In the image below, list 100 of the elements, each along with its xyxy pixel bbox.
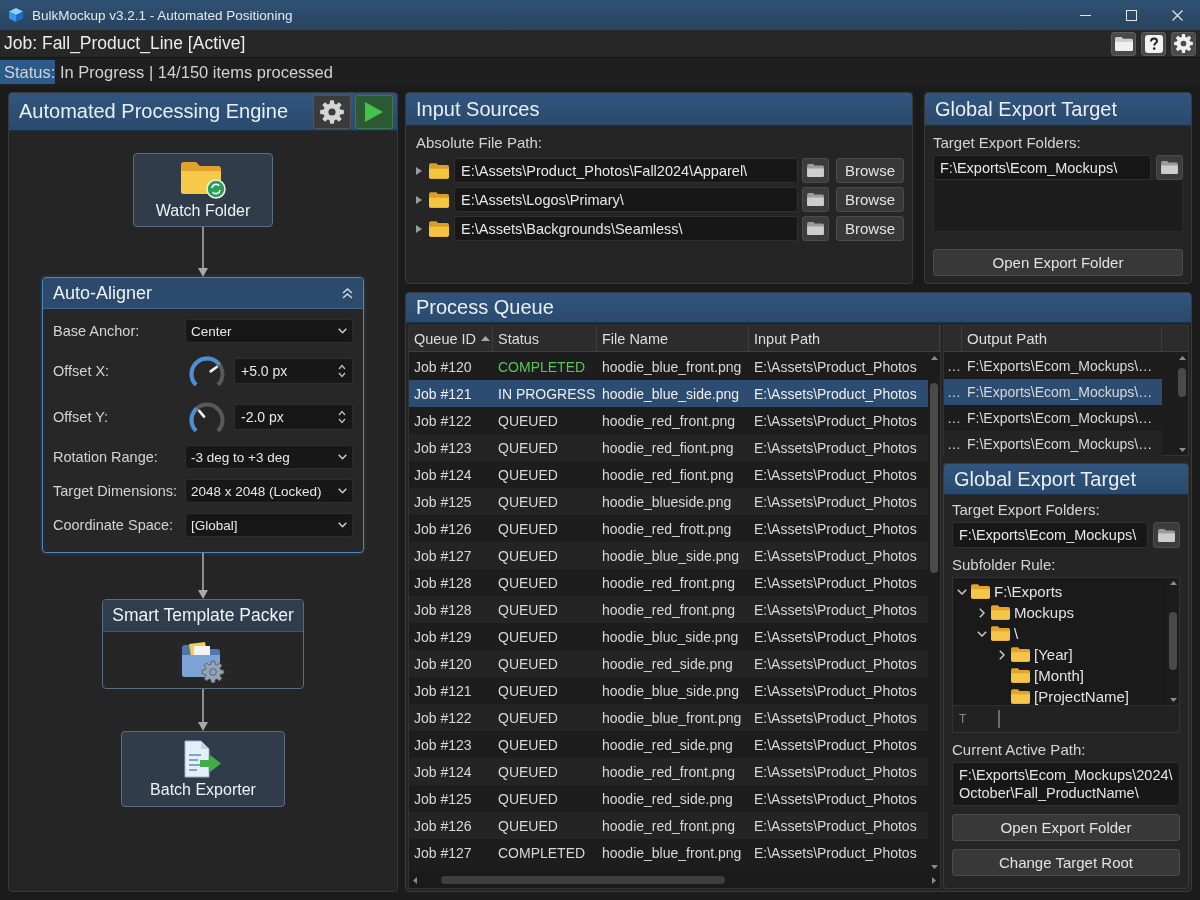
table-row[interactable]: … F:\Exports\Ecom_Mockups\… xyxy=(944,379,1162,405)
rotary-knob[interactable] xyxy=(189,355,225,387)
folder-button[interactable] xyxy=(802,158,829,183)
collapse-icon[interactable] xyxy=(342,287,353,299)
table-row[interactable]: Job #123 QUEUED hoodie_red_fiont.png E:\Assets\Product_Photos xyxy=(409,434,928,461)
browse-button[interactable]: Browse xyxy=(836,158,904,183)
folder-icon xyxy=(807,222,824,235)
open-folder-button[interactable]: Open Export Folder xyxy=(933,249,1183,276)
browse-button[interactable]: Browse xyxy=(836,187,904,212)
run-button[interactable] xyxy=(355,94,393,129)
column-header[interactable]: Queue ID xyxy=(409,326,493,352)
panel-title: Auto-Aligner xyxy=(53,282,153,304)
table-cell-text: Job #120 xyxy=(413,654,473,674)
table-row[interactable]: Job #128 QUEUED hoodie_red_front.png E:\Assets\Product_Photos xyxy=(409,596,928,623)
table-cell-text: … xyxy=(946,409,962,428)
tree-item[interactable]: [ProjectName] xyxy=(997,686,1167,707)
tree-item[interactable]: [Month] xyxy=(997,665,1167,686)
number-field[interactable]: -2.0 px xyxy=(234,404,353,430)
table-row[interactable]: Job #126 QUEUED hoodie_red_front.png E:\Assets\Product_Photos xyxy=(409,812,928,839)
table-row[interactable]: Job #124 QUEUED hoodie_red_front.png E:\Assets\Product_Photos xyxy=(409,758,928,785)
panel-title: Process Queue xyxy=(416,296,554,319)
close-icon xyxy=(1171,9,1183,21)
scroll-up-icon[interactable] xyxy=(1178,356,1186,360)
vertical-scrollbar[interactable] xyxy=(1176,353,1188,455)
change-root-button[interactable]: Change Target Root xyxy=(952,849,1180,876)
expand-arrow-icon[interactable] xyxy=(416,166,422,175)
column-header[interactable]: Input Path xyxy=(749,326,940,352)
table-cell-text: Job #121 xyxy=(413,384,473,404)
settings-button[interactable] xyxy=(1171,31,1196,56)
folder-button[interactable] xyxy=(1153,522,1180,548)
browse-button[interactable]: Browse xyxy=(836,216,904,241)
rotary-knob[interactable] xyxy=(189,401,225,433)
tree-item[interactable]: Mockups xyxy=(977,602,1167,623)
chevron-down-icon xyxy=(338,328,347,334)
table-cell-text: Job #128 xyxy=(413,600,473,620)
path-field[interactable]: E:\Assets\Backgrounds\Seamless\ xyxy=(454,216,798,241)
table-row[interactable]: … F:\Exports\Ecom_Mockups\… xyxy=(944,431,1162,457)
tree-item[interactable]: [Year] xyxy=(997,644,1167,665)
scrollbar-thumb[interactable] xyxy=(441,876,726,884)
scroll-down-icon[interactable] xyxy=(1178,448,1186,452)
help-button[interactable] xyxy=(1141,31,1166,56)
table-cell-text: hoodie_red_side.png xyxy=(601,654,734,674)
table-cell-text: Job #126 xyxy=(413,816,473,836)
table-cell-text: Job #129 xyxy=(413,627,473,647)
field-label: Current Active Path: xyxy=(952,741,1087,758)
expand-arrow-icon[interactable] xyxy=(416,224,422,233)
dropdown[interactable]: [Global] xyxy=(185,513,353,537)
connector-arrow xyxy=(197,689,209,731)
scrollbar-thumb[interactable] xyxy=(930,382,938,573)
path-field[interactable]: F:\Exports\Ecom_Mockups\ xyxy=(952,522,1148,548)
folder-button[interactable] xyxy=(802,216,829,241)
folder-button[interactable] xyxy=(1111,31,1136,56)
scroll-up-icon[interactable] xyxy=(1169,581,1177,585)
scrollbar-thumb[interactable] xyxy=(1169,611,1177,671)
chevron-down-icon[interactable] xyxy=(977,630,987,637)
settings-button[interactable] xyxy=(313,94,351,129)
folder-icon xyxy=(1114,36,1133,51)
cube-icon xyxy=(8,7,24,23)
table-row[interactable]: Job #127 QUEUED hoodie_blue_side.png E:\Assets\Product_Photos xyxy=(409,542,928,569)
folder-button[interactable] xyxy=(1156,155,1183,180)
scroll-right-icon[interactable] xyxy=(932,876,936,884)
connector-arrow xyxy=(197,553,209,599)
chevron-right-icon[interactable] xyxy=(979,607,985,618)
column-header[interactable]: Status xyxy=(493,326,597,352)
table-cell-text: F:\Exports\Ecom_Mockups\… xyxy=(966,357,1154,376)
table-cell-text: hoodie_red_front.png xyxy=(601,573,737,593)
scroll-down-icon[interactable] xyxy=(930,865,938,869)
panel-title: Automated Processing Engine xyxy=(19,100,289,123)
vertical-scrollbar[interactable] xyxy=(928,353,940,872)
column-header[interactable]: File Name xyxy=(597,326,749,352)
dropdown[interactable]: Center xyxy=(185,319,353,343)
folder-button[interactable] xyxy=(802,187,829,212)
dropdown[interactable]: 2048 x 2048 (Locked) xyxy=(185,479,353,503)
dropdown[interactable]: -3 deg to +3 deg xyxy=(185,445,353,469)
path-field[interactable]: E:\Assets\Logos\Primary\ xyxy=(454,187,798,212)
table-row[interactable]: Job #122 QUEUED hoodie_blue_front.png E:\Assets\Product_Photos xyxy=(409,704,928,731)
number-field[interactable]: +5.0 px xyxy=(234,358,353,384)
chevron-right-icon[interactable] xyxy=(999,649,1005,660)
table-cell-text: hoodie_red_front.png xyxy=(601,816,737,836)
tree-item[interactable]: \ xyxy=(977,623,1167,644)
scrollbar-thumb[interactable] xyxy=(1178,367,1186,397)
table-row[interactable]: Job #121 IN PROGRESS hoodie_blue_side.png E:\Assets\Product_Photos xyxy=(409,380,928,407)
open-folder-button[interactable]: Open Export Folder xyxy=(952,814,1180,841)
vertical-scrollbar[interactable] xyxy=(1167,578,1179,705)
scroll-down-icon[interactable] xyxy=(1169,698,1177,702)
scroll-up-icon[interactable] xyxy=(930,356,938,360)
path-field[interactable]: E:\Assets\Product_Photos\Fall2024\Apparel\ xyxy=(454,158,798,183)
table-cell-text: Job #127 xyxy=(413,546,473,566)
folder-icon xyxy=(971,584,990,599)
chevron-down-icon[interactable] xyxy=(957,588,967,595)
sort-ascending-icon[interactable] xyxy=(481,336,491,341)
tree-item[interactable]: F:\Exports xyxy=(957,581,1167,602)
table-row[interactable]: Job #120 QUEUED hoodie_red_side.png E:\Assets\Product_Photos xyxy=(409,650,928,677)
text-input-field[interactable]: T xyxy=(953,705,1179,732)
table-row[interactable]: Job #125 QUEUED hoodie_blueside.png E:\Assets\Product_Photos xyxy=(409,488,928,515)
table-cell-text: E:\Assets\Product_Photos xyxy=(753,411,918,431)
scroll-left-icon[interactable] xyxy=(413,876,417,884)
expand-arrow-icon[interactable] xyxy=(416,195,422,204)
path-field[interactable]: F:\Exports\Ecom_Mockups\ xyxy=(933,155,1151,180)
table-cell-text: Job #123 xyxy=(413,735,473,755)
